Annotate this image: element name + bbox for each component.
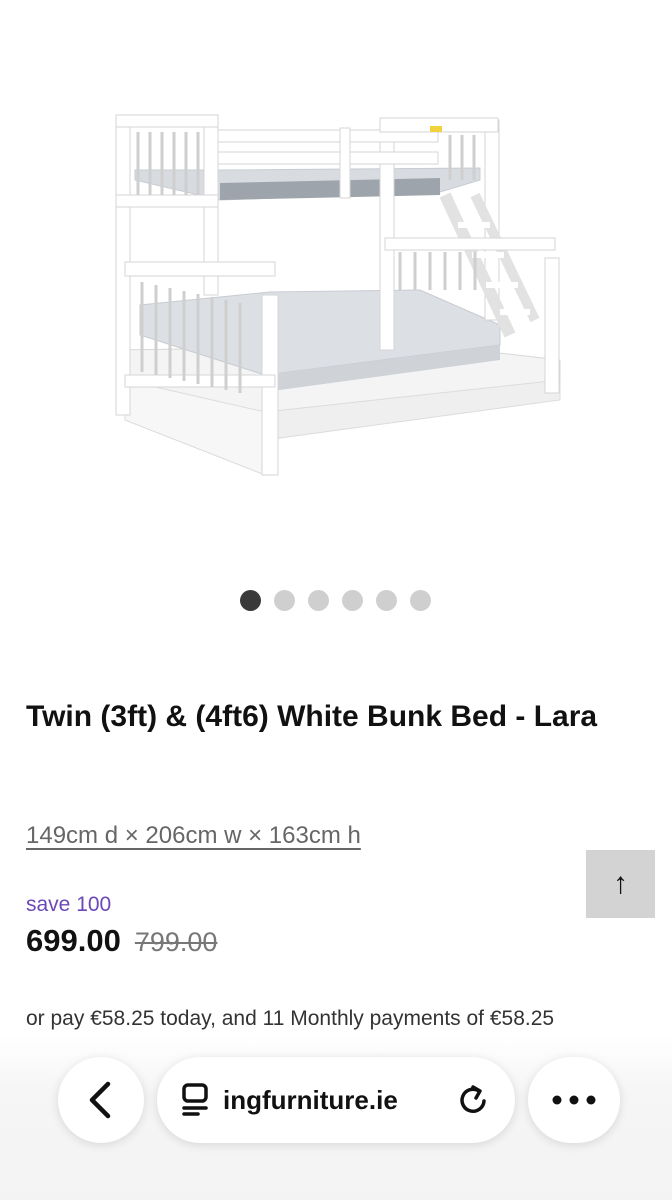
more-dots-icon (551, 1094, 597, 1106)
reload-icon[interactable] (457, 1083, 491, 1117)
carousel-dots (240, 590, 431, 611)
current-price: 699.00 (26, 923, 121, 958)
original-price: 799.00 (134, 927, 218, 957)
carousel-dot-4[interactable] (342, 590, 363, 611)
save-badge: save 100 (26, 893, 112, 916)
carousel-dot-1[interactable] (240, 590, 261, 611)
carousel-dot-3[interactable] (308, 590, 329, 611)
carousel-dot-2[interactable] (274, 590, 295, 611)
product-title: Twin (3ft) & (4ft6) White Bunk Bed - Lar… (26, 700, 598, 733)
arrow-up-icon: ↑ (613, 867, 628, 900)
more-options-button[interactable] (528, 1057, 620, 1143)
carousel-dot-5[interactable] (376, 590, 397, 611)
product-dimensions-link[interactable]: 149cm d × 206cm w × 163cm h (26, 822, 361, 850)
url-text: ingfurniture.ie (223, 1084, 398, 1115)
scroll-to-top-button[interactable]: ↑ (586, 850, 655, 918)
finance-text: or pay €58.25 today, and 11 Monthly paym… (26, 1007, 555, 1030)
chevron-left-icon (86, 1080, 116, 1120)
product-image[interactable] (0, 0, 672, 580)
address-bar[interactable]: ingfurniture.ie (157, 1057, 515, 1143)
bunk-bed-image (115, 114, 561, 476)
page-menu-icon[interactable] (181, 1083, 209, 1117)
back-button[interactable] (58, 1057, 144, 1143)
price-row: 699.00 799.00 (26, 923, 217, 959)
carousel-dot-6[interactable] (410, 590, 431, 611)
